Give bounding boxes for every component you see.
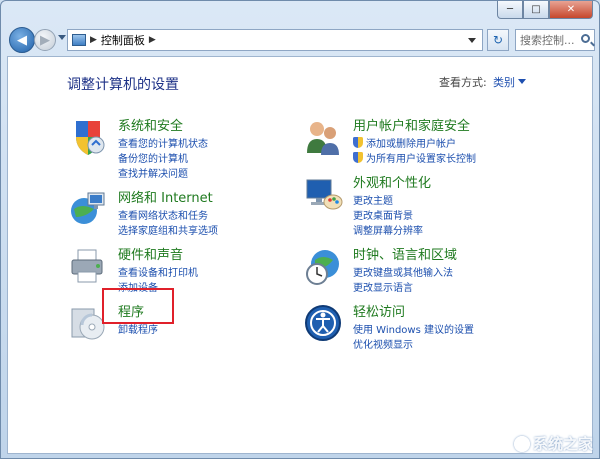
uac-shield-icon: [353, 137, 363, 148]
link-parental-controls[interactable]: 为所有用户设置家长控制: [353, 150, 476, 165]
link-homegroup-sharing[interactable]: 选择家庭组和共享选项: [118, 222, 218, 237]
network-globe-icon[interactable]: [68, 189, 108, 229]
category-title[interactable]: 网络和 Internet: [118, 187, 213, 206]
clock-globe-icon[interactable]: [303, 246, 343, 286]
watermark: 系统之家: [513, 433, 593, 454]
link-label: 添加或删除用户帐户: [366, 139, 456, 150]
view-by-label: 查看方式:: [439, 76, 487, 89]
category-title[interactable]: 轻松访问: [353, 301, 405, 320]
address-dropdown-icon[interactable]: [468, 38, 476, 43]
forward-button[interactable]: ▶: [34, 29, 56, 51]
link-optimize-visual-display[interactable]: 优化视频显示: [353, 336, 413, 351]
printer-icon[interactable]: [68, 246, 108, 286]
link-adjust-resolution[interactable]: 调整屏幕分辨率: [353, 222, 423, 237]
link-view-devices-printers[interactable]: 查看设备和打印机: [118, 264, 198, 279]
chevron-right-icon[interactable]: ▶: [90, 35, 97, 45]
chevron-down-icon[interactable]: [518, 79, 526, 84]
category-title[interactable]: 硬件和声音: [118, 244, 183, 263]
users-icon[interactable]: [303, 117, 343, 157]
uac-shield-icon: [353, 152, 363, 163]
view-by-dropdown[interactable]: 类别: [493, 74, 515, 90]
link-use-recommended-settings[interactable]: 使用 Windows 建议的设置: [353, 321, 474, 336]
category-title[interactable]: 外观和个性化: [353, 172, 431, 191]
chevron-right-icon[interactable]: ▶: [149, 35, 156, 45]
link-change-input-method[interactable]: 更改键盘或其他输入法: [353, 264, 453, 279]
link-add-remove-accounts[interactable]: 添加或删除用户帐户: [353, 135, 456, 150]
watermark-text: 系统之家: [532, 435, 593, 453]
main-content: 调整计算机的设置 查看方式: 类别 系统和安全 查看您的计算机状态 备份您的计算…: [7, 56, 593, 454]
link-change-desktop-background[interactable]: 更改桌面背景: [353, 207, 413, 222]
ease-of-access-icon[interactable]: [303, 303, 343, 343]
link-label: 为所有用户设置家长控制: [366, 154, 476, 165]
search-input[interactable]: 搜索控制...: [515, 29, 595, 51]
control-panel-icon: [72, 34, 86, 46]
maximize-button[interactable]: □: [523, 1, 549, 19]
close-button[interactable]: ✕: [549, 1, 593, 19]
category-title[interactable]: 时钟、语言和区域: [353, 244, 457, 263]
minimize-button[interactable]: ─: [497, 1, 523, 19]
refresh-button[interactable]: ↻: [487, 29, 509, 51]
link-troubleshoot[interactable]: 查找并解决问题: [118, 165, 188, 180]
back-button[interactable]: ◀: [9, 27, 35, 53]
search-icon[interactable]: [581, 34, 590, 43]
link-change-theme[interactable]: 更改主题: [353, 192, 393, 207]
page-title: 调整计算机的设置: [67, 77, 179, 93]
monitor-palette-icon[interactable]: [303, 174, 343, 214]
recent-pages-dropdown[interactable]: [58, 35, 66, 40]
navigation-bar: ◀ ▶ ▶ 控制面板 ▶ ↻ 搜索控制...: [7, 25, 595, 55]
category-title[interactable]: 用户帐户和家庭安全: [353, 115, 470, 134]
shield-icon[interactable]: [68, 117, 108, 157]
link-change-display-language[interactable]: 更改显示语言: [353, 279, 413, 294]
address-bar[interactable]: ▶ 控制面板 ▶: [67, 29, 483, 51]
search-placeholder: 搜索控制...: [520, 34, 575, 47]
watermark-logo-icon: [513, 435, 530, 452]
link-view-network-status[interactable]: 查看网络状态和任务: [118, 207, 208, 222]
highlight-box: [102, 288, 174, 324]
link-backup-computer[interactable]: 备份您的计算机: [118, 150, 188, 165]
caption-buttons: ─ □ ✕: [497, 1, 593, 19]
control-panel-window: ─ □ ✕ ◀ ▶ ▶ 控制面板 ▶ ↻ 搜索控制... 调整计算机的设置 查看…: [0, 0, 600, 459]
category-title[interactable]: 系统和安全: [118, 115, 183, 134]
breadcrumb-control-panel[interactable]: 控制面板: [101, 32, 145, 48]
link-view-computer-status[interactable]: 查看您的计算机状态: [118, 135, 208, 150]
